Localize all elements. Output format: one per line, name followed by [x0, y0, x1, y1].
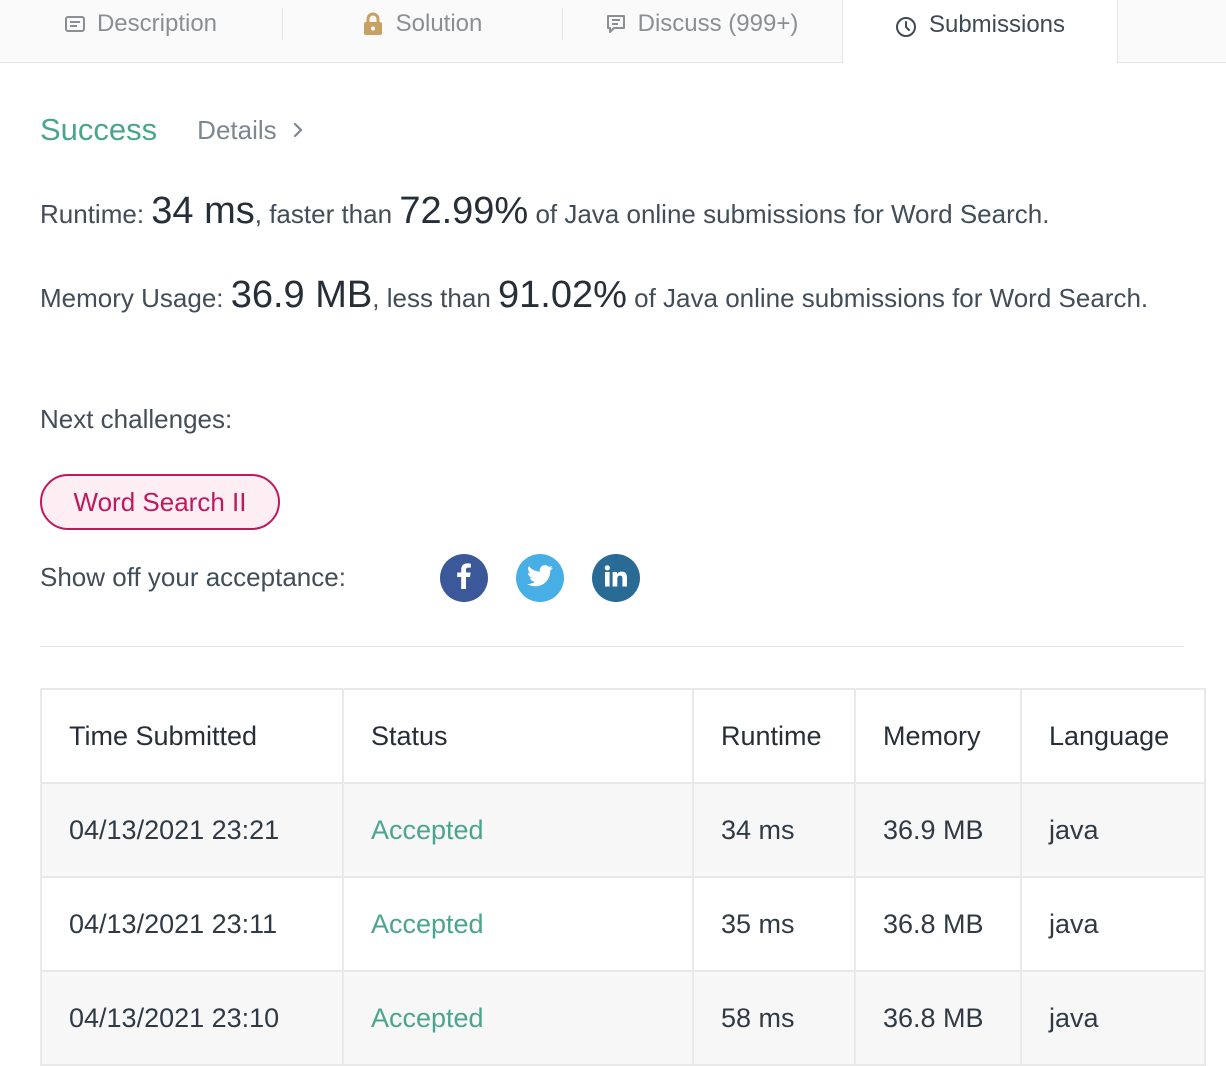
runtime-label: Runtime:	[40, 199, 145, 229]
next-challenges-label: Next challenges:	[40, 404, 233, 434]
lock-icon	[362, 12, 384, 36]
cell-status-link[interactable]: Accepted	[342, 970, 694, 1066]
cell-time-submitted: 04/13/2021 23:10	[40, 970, 344, 1066]
header-memory[interactable]: Memory	[854, 688, 1022, 784]
cell-time-submitted: 04/13/2021 23:21	[40, 782, 344, 878]
runtime-stat: Runtime: 34 ms, faster than 72.99% of Ja…	[40, 190, 1190, 235]
facebook-icon	[457, 562, 471, 594]
tab-submissions[interactable]: Submissions	[842, 0, 1118, 63]
memory-percent: 91.02%	[498, 274, 627, 316]
result-status: Success	[40, 112, 158, 147]
comment-icon	[606, 14, 626, 34]
header-runtime[interactable]: Runtime	[692, 688, 856, 784]
cell-language: java	[1020, 876, 1206, 972]
memory-label: Memory Usage:	[40, 283, 224, 313]
memory-value: 36.9 MB	[230, 274, 373, 316]
linkedin-share-button[interactable]	[592, 554, 640, 602]
tab-label: Solution	[395, 10, 483, 37]
linkedin-icon	[604, 564, 628, 592]
memory-stat: Memory Usage: 36.9 MB, less than 91.02% …	[40, 274, 1190, 319]
details-link[interactable]: Details	[197, 115, 302, 146]
share-label: Show off your acceptance:	[40, 562, 346, 592]
runtime-suffix: of Java online submissions for Word Sear…	[535, 199, 1050, 229]
submissions-table: Time Submitted Status Runtime Memory Lan…	[40, 688, 1206, 1066]
cell-runtime: 35 ms	[692, 876, 856, 972]
cell-status-link[interactable]: Accepted	[342, 876, 694, 972]
memory-suffix: of Java online submissions for Word Sear…	[634, 283, 1149, 313]
tab-label: Description	[96, 10, 218, 37]
description-icon	[64, 16, 85, 32]
cell-runtime: 58 ms	[692, 970, 856, 1066]
tab-discuss[interactable]: Discuss (999+)	[562, 0, 842, 48]
challenge-word-search-ii[interactable]: Word Search II	[40, 474, 280, 530]
cell-language: java	[1020, 782, 1206, 878]
cell-time-submitted: 04/13/2021 23:11	[40, 876, 344, 972]
header-time-submitted[interactable]: Time Submitted	[40, 688, 344, 784]
cell-status-link[interactable]: Accepted	[342, 782, 694, 878]
runtime-mid: , faster than	[254, 199, 393, 229]
runtime-percent: 72.99%	[399, 190, 529, 232]
details-label: Details	[197, 114, 277, 145]
table-row: 04/13/2021 23:10 Accepted 58 ms 36.8 MB …	[40, 970, 1206, 1066]
cell-memory: 36.8 MB	[854, 970, 1022, 1066]
table-row: 04/13/2021 23:21 Accepted 34 ms 36.9 MB …	[40, 782, 1206, 878]
cell-language: java	[1020, 970, 1206, 1066]
cell-runtime: 34 ms	[692, 782, 856, 878]
tab-label: Discuss (999+)	[637, 10, 799, 37]
tab-description[interactable]: Description	[0, 0, 282, 48]
facebook-share-button[interactable]	[440, 554, 488, 602]
result-header: Success Details	[40, 108, 303, 152]
chevron-right-icon	[293, 122, 303, 138]
section-divider	[40, 646, 1184, 647]
twitter-icon	[527, 564, 553, 592]
cell-memory: 36.9 MB	[854, 782, 1022, 878]
memory-mid: , less than	[372, 283, 491, 313]
clock-icon	[895, 16, 917, 38]
table-row: 04/13/2021 23:11 Accepted 35 ms 36.8 MB …	[40, 876, 1206, 972]
tab-label: Submissions	[928, 11, 1066, 38]
cell-memory: 36.8 MB	[854, 876, 1022, 972]
twitter-share-button[interactable]	[516, 554, 564, 602]
runtime-value: 34 ms	[151, 190, 255, 232]
tab-solution[interactable]: Solution	[282, 0, 562, 48]
header-status[interactable]: Status	[342, 688, 694, 784]
table-header-row: Time Submitted Status Runtime Memory Lan…	[40, 688, 1206, 784]
tab-bar: Description Solution Discuss (999+) Subm…	[0, 0, 1226, 63]
header-language[interactable]: Language	[1020, 688, 1206, 784]
